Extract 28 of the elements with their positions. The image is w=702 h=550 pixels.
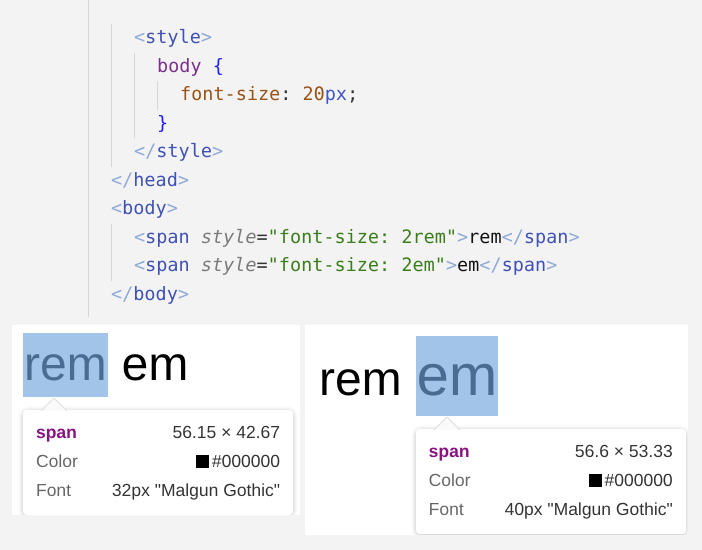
property-label: Font — [36, 480, 72, 501]
code-line: } — [157, 112, 170, 136]
code-line: <span style="font-size: 2rem">rem</span> — [134, 226, 581, 250]
code-line: </body> — [111, 282, 190, 306]
code-line: </style> — [134, 140, 224, 164]
property-label: Color — [36, 451, 78, 472]
property-value: #000000 — [604, 470, 673, 491]
property-value: 32px "Malgun Gothic" — [112, 480, 280, 501]
tag-name: span — [428, 441, 470, 462]
highlighted-text: em — [416, 336, 498, 416]
code-line: <style> — [134, 26, 213, 50]
element-size: 56.15 × 42.67 — [172, 422, 280, 443]
property-label: Color — [428, 470, 470, 491]
highlighted-text: rem — [23, 333, 108, 397]
code-line: <body> — [111, 197, 179, 221]
code-line: body { — [157, 54, 225, 78]
tag-name: span — [36, 422, 77, 443]
code-line: font-size: 20px; — [180, 83, 360, 107]
code-line: <span style="font-size: 2em">em</span> — [134, 254, 558, 278]
color-swatch-icon — [588, 474, 602, 487]
property-label: Font — [428, 499, 464, 520]
element-size: 56.6 × 53.33 — [574, 441, 673, 462]
preview-text: rem — [318, 352, 403, 408]
preview-text: em — [120, 337, 190, 393]
code-line: </head> — [111, 168, 190, 192]
property-value: 40px "Malgun Gothic" — [504, 499, 673, 520]
color-swatch-icon — [196, 455, 209, 468]
property-value: #000000 — [212, 451, 280, 472]
